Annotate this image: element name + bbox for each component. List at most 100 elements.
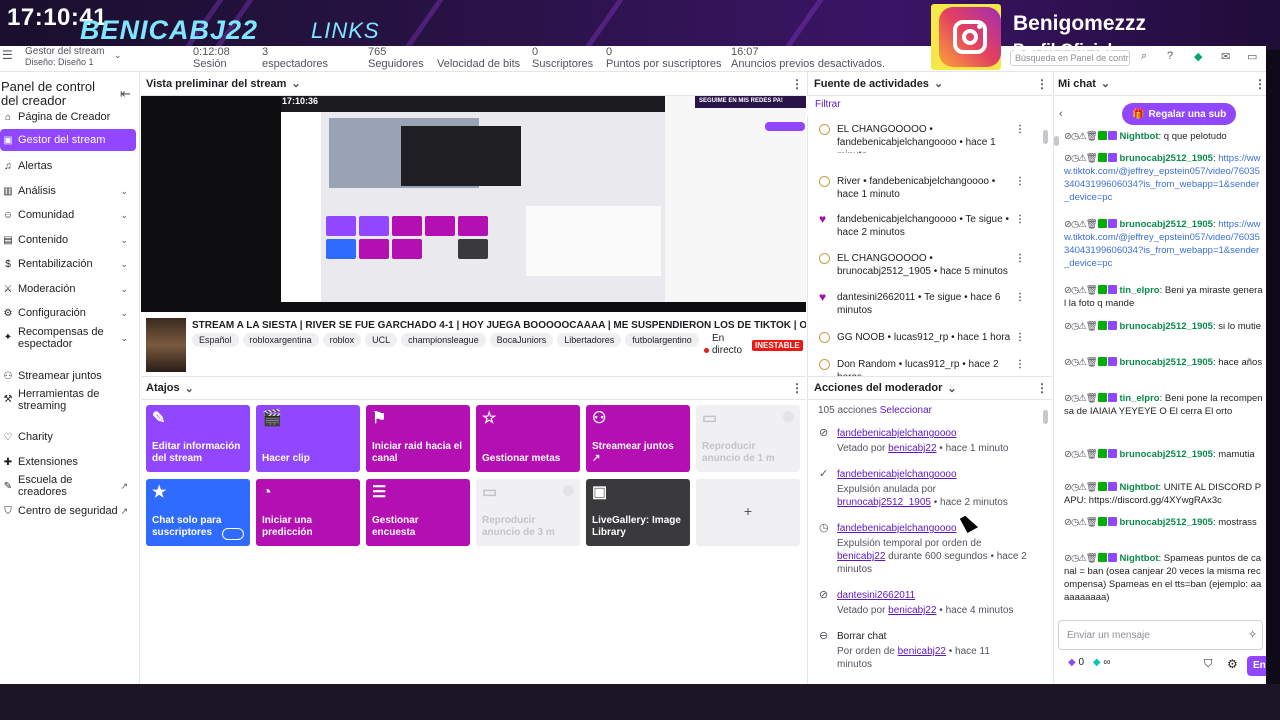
- chat-scrollbar[interactable]: [1054, 136, 1059, 146]
- stream-preview-video[interactable]: SEGUIME EN MIS REDES PA! 17:10:36: [141, 96, 806, 312]
- sidebar-item-9[interactable]: ✦ Recompensas de espectador ⌄: [0, 325, 136, 351]
- mod-tools-icon[interactable]: ⊘◷⚠🗑: [1064, 131, 1098, 142]
- more-options-icon[interactable]: ⋮: [1015, 213, 1025, 226]
- chat-username[interactable]: brunocabj2512_1905: [1119, 219, 1212, 230]
- sidebar-item-5[interactable]: ▤ Contenido ⌄: [0, 233, 136, 247]
- more-options-icon[interactable]: ⋮: [1015, 175, 1025, 188]
- more-options-icon[interactable]: ⋮: [1015, 291, 1025, 304]
- mod-scrollbar[interactable]: [1043, 410, 1048, 424]
- select-link[interactable]: Seleccionar: [880, 405, 932, 416]
- gear-icon[interactable]: ⚙: [1227, 657, 1238, 671]
- sidebar-item-6[interactable]: $ Rentabilización ⌄: [0, 257, 136, 271]
- activity-item[interactable]: ♥ dantesini2662011 • Te sigue • hace 6 mi…: [813, 291, 1033, 321]
- tag-0[interactable]: Español: [192, 333, 239, 347]
- mod-tools-icon[interactable]: ⊘◷⚠🗑: [1064, 285, 1098, 296]
- activity-scrollbar[interactable]: [1043, 130, 1048, 144]
- tag-6[interactable]: Libertadores: [557, 333, 622, 347]
- chat-username[interactable]: Nightbot: [1119, 482, 1158, 493]
- shortcut-9[interactable]: ▭ Reproducir anuncio de 3 m: [476, 479, 580, 546]
- more-options-icon[interactable]: ⋮: [1036, 77, 1048, 91]
- mod-actor[interactable]: brunocabj2512_1905: [837, 497, 931, 508]
- mod-actor[interactable]: benicabj22: [888, 443, 936, 454]
- activity-item[interactable]: GG NOOB • lucas912_rp • hace 1 hora ⋮: [813, 331, 1033, 361]
- shortcut-11[interactable]: +: [696, 479, 800, 546]
- more-options-icon[interactable]: ⋮: [791, 381, 803, 395]
- chevron-down-icon[interactable]: ⌄: [291, 77, 300, 90]
- inbox-icon[interactable]: ✉: [1221, 50, 1230, 63]
- shortcut-10[interactable]: ▣ LiveGallery: Image Library: [586, 479, 690, 546]
- menu-icon[interactable]: ☰: [2, 48, 13, 62]
- sidebar-item-2[interactable]: ♫ Alertas: [0, 159, 136, 173]
- shield-icon[interactable]: ⛉: [1204, 658, 1212, 671]
- sidebar-item-0[interactable]: ⌂ Página de Creador: [0, 110, 136, 124]
- shortcut-8[interactable]: ☰ Gestionar encuesta: [366, 479, 470, 546]
- collapse-sidebar-icon[interactable]: ⇤: [120, 86, 131, 102]
- send-button[interactable]: En: [1247, 656, 1266, 676]
- mod-action[interactable]: ✓ fandebenicabjelchangoooo Expulsión anula…: [813, 468, 1033, 518]
- shortcut-7[interactable]: ◔ Iniciar una predicción: [256, 479, 360, 546]
- shortcut-1[interactable]: 🎬 Hacer clip: [256, 405, 360, 472]
- filter-link[interactable]: Filtrar: [815, 99, 841, 110]
- tag-2[interactable]: roblox: [322, 333, 362, 347]
- tag-5[interactable]: BocaJuniors: [489, 333, 554, 347]
- activity-item[interactable]: ♥ fandebenicabjelchangoooo • Te sigue • h…: [813, 213, 1033, 243]
- sidebar-item-4[interactable]: ☺ Comunidad ⌄: [0, 208, 136, 222]
- mod-tools-icon[interactable]: ⊘◷⚠🗑: [1064, 393, 1098, 404]
- sidebar-item-12[interactable]: ♡ Charity: [0, 430, 136, 444]
- chat-username[interactable]: brunocabj2512_1905: [1119, 357, 1212, 368]
- chat-username[interactable]: Nightbot: [1119, 131, 1158, 142]
- bits-icon[interactable]: ◆: [1068, 657, 1076, 668]
- shortcut-5[interactable]: ▭ Reproducir anuncio de 1 m: [696, 405, 800, 472]
- tag-3[interactable]: UCL: [365, 333, 398, 347]
- activity-item[interactable]: River • fandebenicabjelchangoooo • hace …: [813, 175, 1033, 205]
- shortcut-6[interactable]: ★ Chat solo para suscriptores: [146, 479, 250, 546]
- tag-7[interactable]: futbolargentino: [625, 333, 699, 347]
- sidebar-item-11[interactable]: ⚒ Herramientas de streaming: [0, 387, 136, 413]
- mod-tools-icon[interactable]: ⊘◷⚠🗑: [1064, 517, 1098, 528]
- sidebar-item-14[interactable]: ✎ Escuela de creadores ↗: [0, 474, 136, 498]
- help-icon[interactable]: ?: [1167, 50, 1173, 62]
- chevron-down-icon[interactable]: ⌄: [185, 382, 194, 395]
- mod-tools-icon[interactable]: ⊘◷⚠🗑: [1064, 219, 1098, 230]
- search-icon[interactable]: ⌕: [1141, 50, 1147, 63]
- chat-username[interactable]: tin_elpro: [1119, 393, 1159, 404]
- sidebar-item-8[interactable]: ⚙ Configuración ⌄: [0, 306, 136, 320]
- sidebar-item-1[interactable]: ▣ Gestor del stream: [0, 129, 136, 151]
- chevron-down-icon[interactable]: ⌄: [1101, 77, 1110, 90]
- chat-input[interactable]: Enviar un mensaje: [1058, 620, 1263, 650]
- mod-actor[interactable]: benicabj22: [888, 605, 936, 616]
- more-options-icon[interactable]: ⋮: [1015, 252, 1025, 265]
- tag-4[interactable]: championsleague: [401, 333, 486, 347]
- activity-item[interactable]: EL CHANGOOOOO • brunocabj2512_1905 • hac…: [813, 252, 1033, 282]
- mod-tools-icon[interactable]: ⊘◷⚠🗑: [1064, 553, 1098, 564]
- more-options-icon[interactable]: ⋮: [1036, 381, 1048, 395]
- sidebar-item-3[interactable]: ▥ Análisis ⌄: [0, 184, 136, 198]
- emote-icon[interactable]: ✧: [1248, 628, 1257, 641]
- mod-tools-icon[interactable]: ⊘◷⚠🗑: [1064, 357, 1098, 368]
- mod-target[interactable]: fandebenicabjelchangoooo: [837, 522, 957, 535]
- chat-username[interactable]: brunocabj2512_1905: [1119, 517, 1212, 528]
- sidebar-item-13[interactable]: ✚ Extensiones: [0, 455, 136, 469]
- shortcut-4[interactable]: ⚇ Streamear juntos ↗: [586, 405, 690, 472]
- mod-action[interactable]: ⊖ Borrar chat Por orden de benicabj22 • ha…: [813, 630, 1033, 680]
- chat-username[interactable]: brunocabj2512_1905: [1119, 449, 1212, 460]
- points-icon[interactable]: ◆: [1093, 657, 1101, 668]
- more-options-icon[interactable]: ⋮: [1254, 77, 1266, 91]
- chevron-down-icon[interactable]: ⌄: [114, 50, 122, 61]
- more-options-icon[interactable]: ⋮: [1015, 358, 1025, 371]
- mod-target[interactable]: Borrar chat: [837, 630, 886, 643]
- shortcut-2[interactable]: ⚑ Iniciar raid hacia el canal: [366, 405, 470, 472]
- mod-tools-icon[interactable]: ⊘◷⚠🗑: [1064, 482, 1098, 493]
- mod-actor[interactable]: benicabj22: [898, 646, 946, 657]
- chat-username[interactable]: tin_elpro: [1119, 285, 1159, 296]
- mod-target[interactable]: fandebenicabjelchangoooo: [837, 468, 957, 481]
- toggle-switch[interactable]: [222, 528, 244, 540]
- mod-action[interactable]: ◷ fandebenicabjelchangoooo Expulsión tempo…: [813, 522, 1033, 575]
- mod-tools-icon[interactable]: ⊘◷⚠🗑: [1064, 321, 1098, 332]
- mod-target[interactable]: fandebenicabjelchangoooo: [837, 427, 957, 440]
- shortcut-0[interactable]: ✎ Editar información del stream: [146, 405, 250, 472]
- more-options-icon[interactable]: ⋮: [791, 77, 803, 91]
- back-arrow-icon[interactable]: ‹: [1059, 108, 1063, 120]
- more-options-icon[interactable]: ⋮: [1015, 123, 1025, 136]
- sidebar-item-10[interactable]: ⚇ Streamear juntos: [0, 369, 136, 383]
